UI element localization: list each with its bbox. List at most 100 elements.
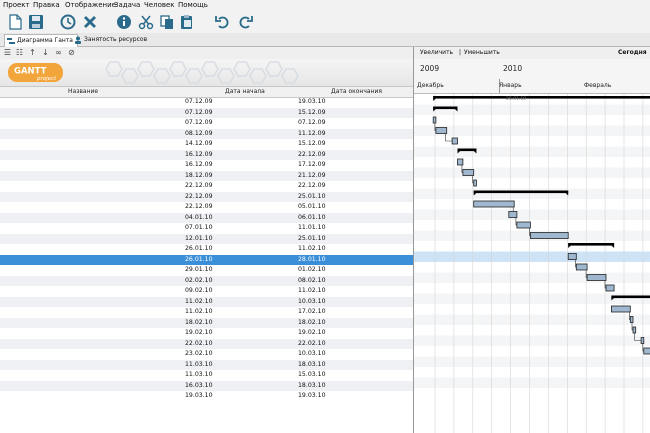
paste-icon[interactable] bbox=[178, 13, 196, 31]
task-end-cell[interactable]: 11.02.10 bbox=[298, 244, 408, 255]
task-end-cell[interactable]: 07.12.09 bbox=[298, 118, 408, 129]
task-start-cell[interactable]: 11.02.10 bbox=[185, 307, 295, 318]
task-end-cell[interactable]: 17.02.10 bbox=[298, 307, 408, 318]
menu-person[interactable]: Человек bbox=[144, 0, 175, 11]
task-start-cell[interactable]: 11.02.10 bbox=[185, 297, 295, 308]
task-start-cell[interactable]: 16.12.09 bbox=[185, 150, 295, 161]
history-icon[interactable] bbox=[59, 13, 77, 31]
column-header-start[interactable]: Дата начала bbox=[225, 87, 265, 97]
task-row[interactable]: Разработка функциональной части приложе.… bbox=[0, 202, 413, 213]
task-end-cell[interactable]: 17.12.09 bbox=[298, 160, 408, 171]
menu-edit[interactable]: Правка bbox=[33, 0, 60, 11]
unlink-icon[interactable]: ⊘ bbox=[67, 48, 76, 57]
task-row[interactable]: Проектирование основных экранов08.12.091… bbox=[0, 128, 413, 140]
task-end-cell[interactable]: 18.03.10 bbox=[298, 360, 408, 371]
task-start-cell[interactable]: 26.01.10 bbox=[185, 255, 295, 266]
task-start-cell[interactable]: 16.03.10 bbox=[185, 381, 295, 392]
info-icon[interactable] bbox=[115, 13, 133, 31]
task-start-cell[interactable]: 18.12.09 bbox=[185, 171, 295, 182]
task-bar[interactable] bbox=[567, 253, 577, 260]
summary-bar[interactable] bbox=[611, 295, 650, 299]
task-start-cell[interactable]: 22.12.09 bbox=[185, 202, 295, 213]
zoom-out-button[interactable]: Уменьшить bbox=[464, 47, 500, 59]
task-start-cell[interactable]: 11.03.10 bbox=[185, 360, 295, 371]
summary-bar[interactable] bbox=[473, 190, 569, 194]
task-bar[interactable] bbox=[643, 347, 650, 355]
task-start-cell[interactable]: 07.12.09 bbox=[185, 97, 295, 108]
indent-icon[interactable]: ☷ bbox=[15, 48, 24, 57]
task-start-cell[interactable]: 16.12.09 bbox=[185, 160, 295, 171]
task-bar[interactable] bbox=[432, 116, 437, 124]
tab-resource-load[interactable]: Занятость ресурсов bbox=[72, 34, 151, 46]
task-end-cell[interactable]: 15.12.09 bbox=[298, 108, 408, 119]
task-start-cell[interactable]: 22.12.09 bbox=[185, 192, 295, 203]
task-bar[interactable] bbox=[640, 337, 645, 344]
task-row[interactable]: Выбор оптимальной технологии разработки2… bbox=[0, 181, 413, 192]
save-icon[interactable] bbox=[27, 13, 45, 31]
task-end-cell[interactable]: 28.01.10 bbox=[298, 255, 408, 266]
task-end-cell[interactable]: 06.01.10 bbox=[298, 213, 408, 224]
task-start-cell[interactable]: 07.12.09 bbox=[185, 108, 295, 119]
move-down-icon[interactable]: ↓ bbox=[41, 48, 50, 57]
task-row[interactable]: Разработка пользовательской документации… bbox=[0, 307, 413, 318]
menu-view[interactable]: Отображение bbox=[65, 0, 116, 11]
task-end-cell[interactable]: 19.03.10 bbox=[298, 391, 408, 402]
task-start-cell[interactable]: 08.12.09 bbox=[185, 129, 295, 140]
task-bar[interactable] bbox=[605, 284, 615, 292]
undo-icon[interactable] bbox=[213, 13, 231, 31]
task-row[interactable]: Организация и проведение обучения команд… bbox=[0, 328, 413, 339]
link-icon[interactable]: ∞ bbox=[54, 48, 63, 57]
task-end-cell[interactable]: 15.12.09 bbox=[298, 139, 408, 150]
task-start-cell[interactable]: 26.01.10 bbox=[185, 244, 295, 255]
task-row[interactable]: Передача рабочих версий заказчику19.03.1… bbox=[0, 391, 413, 402]
task-end-cell[interactable]: 22.12.09 bbox=[298, 181, 408, 192]
column-header-name[interactable]: Название bbox=[68, 87, 98, 97]
task-row[interactable]: Разработка дизайна элементов14.12.0915.1… bbox=[0, 139, 413, 150]
summary-bar[interactable] bbox=[568, 243, 615, 246]
task-start-cell[interactable]: 19.03.10 bbox=[185, 391, 295, 402]
task-end-cell[interactable]: 05.01.10 bbox=[298, 202, 408, 213]
copy-icon[interactable] bbox=[158, 13, 176, 31]
new-file-icon[interactable] bbox=[6, 13, 24, 31]
task-bar[interactable] bbox=[473, 200, 515, 208]
task-bar[interactable] bbox=[575, 263, 588, 271]
task-bar[interactable] bbox=[586, 274, 607, 281]
task-row[interactable]: Корректировка кода под android16.03.1018… bbox=[0, 380, 413, 392]
task-end-cell[interactable]: 22.02.10 bbox=[298, 339, 408, 350]
task-bar[interactable] bbox=[516, 221, 531, 229]
task-bar[interactable] bbox=[629, 316, 634, 323]
summary-bar[interactable] bbox=[433, 96, 650, 99]
task-end-cell[interactable]: 18.03.10 bbox=[298, 381, 408, 392]
task-row[interactable]: Встраивание графических элементов в прил… bbox=[0, 223, 413, 234]
task-start-cell[interactable]: 23.02.10 bbox=[185, 349, 295, 360]
task-start-cell[interactable]: 22.12.09 bbox=[185, 181, 295, 192]
task-group-row[interactable]: −ГРАФИК РАЗРАБОТКИ ПРИЛОЖЕНИЯ "Оперативн… bbox=[0, 97, 413, 108]
task-row[interactable]: Разработка интеграционных схем18.12.0921… bbox=[0, 170, 413, 182]
task-row[interactable]: Тестирование приложения в различных разр… bbox=[0, 265, 413, 276]
task-group-row[interactable]: −Проектирование дизайна.07.12.0915.12.09 bbox=[0, 107, 413, 119]
task-end-cell[interactable]: 25.01.10 bbox=[298, 192, 408, 203]
task-start-cell[interactable]: 14.12.09 bbox=[185, 139, 295, 150]
menu-project[interactable]: Проект bbox=[3, 0, 30, 11]
task-row[interactable]: Разработка сценариев использования07.12.… bbox=[0, 118, 413, 129]
task-bar[interactable] bbox=[610, 305, 631, 313]
task-end-cell[interactable]: 21.12.09 bbox=[298, 171, 408, 182]
task-row[interactable]: Тестирование приложения на различных уст… bbox=[0, 254, 413, 266]
task-end-cell[interactable]: 15.03.10 bbox=[298, 370, 408, 381]
task-end-cell[interactable]: 01.02.10 bbox=[298, 265, 408, 276]
task-bar[interactable] bbox=[530, 232, 569, 239]
task-start-cell[interactable]: 22.02.10 bbox=[185, 339, 295, 350]
task-group-row[interactable]: −Пилотная эксплуатация11.02.1010.03.10 bbox=[0, 296, 413, 308]
task-bar[interactable] bbox=[473, 179, 477, 187]
task-group-row[interactable]: −Проектирование архитектуры.16.12.0922.1… bbox=[0, 149, 413, 161]
task-bar[interactable] bbox=[435, 127, 448, 134]
task-start-cell[interactable]: 07.01.10 bbox=[185, 223, 295, 234]
task-start-cell[interactable]: 02.02.10 bbox=[185, 276, 295, 287]
task-end-cell[interactable]: 11.02.10 bbox=[298, 286, 408, 297]
task-row[interactable]: Создание пилотной команды у заказчика18.… bbox=[0, 317, 413, 328]
task-row[interactable]: Перенос программного кода на другие плат… bbox=[0, 233, 413, 244]
today-button[interactable]: Сегодня bbox=[618, 47, 647, 59]
task-row[interactable]: Окончательная проверка разработанного фу… bbox=[0, 286, 413, 297]
task-row[interactable]: Пилотная эксплуатация на реальном проект… bbox=[0, 349, 413, 360]
task-start-cell[interactable]: 29.01.10 bbox=[185, 265, 295, 276]
